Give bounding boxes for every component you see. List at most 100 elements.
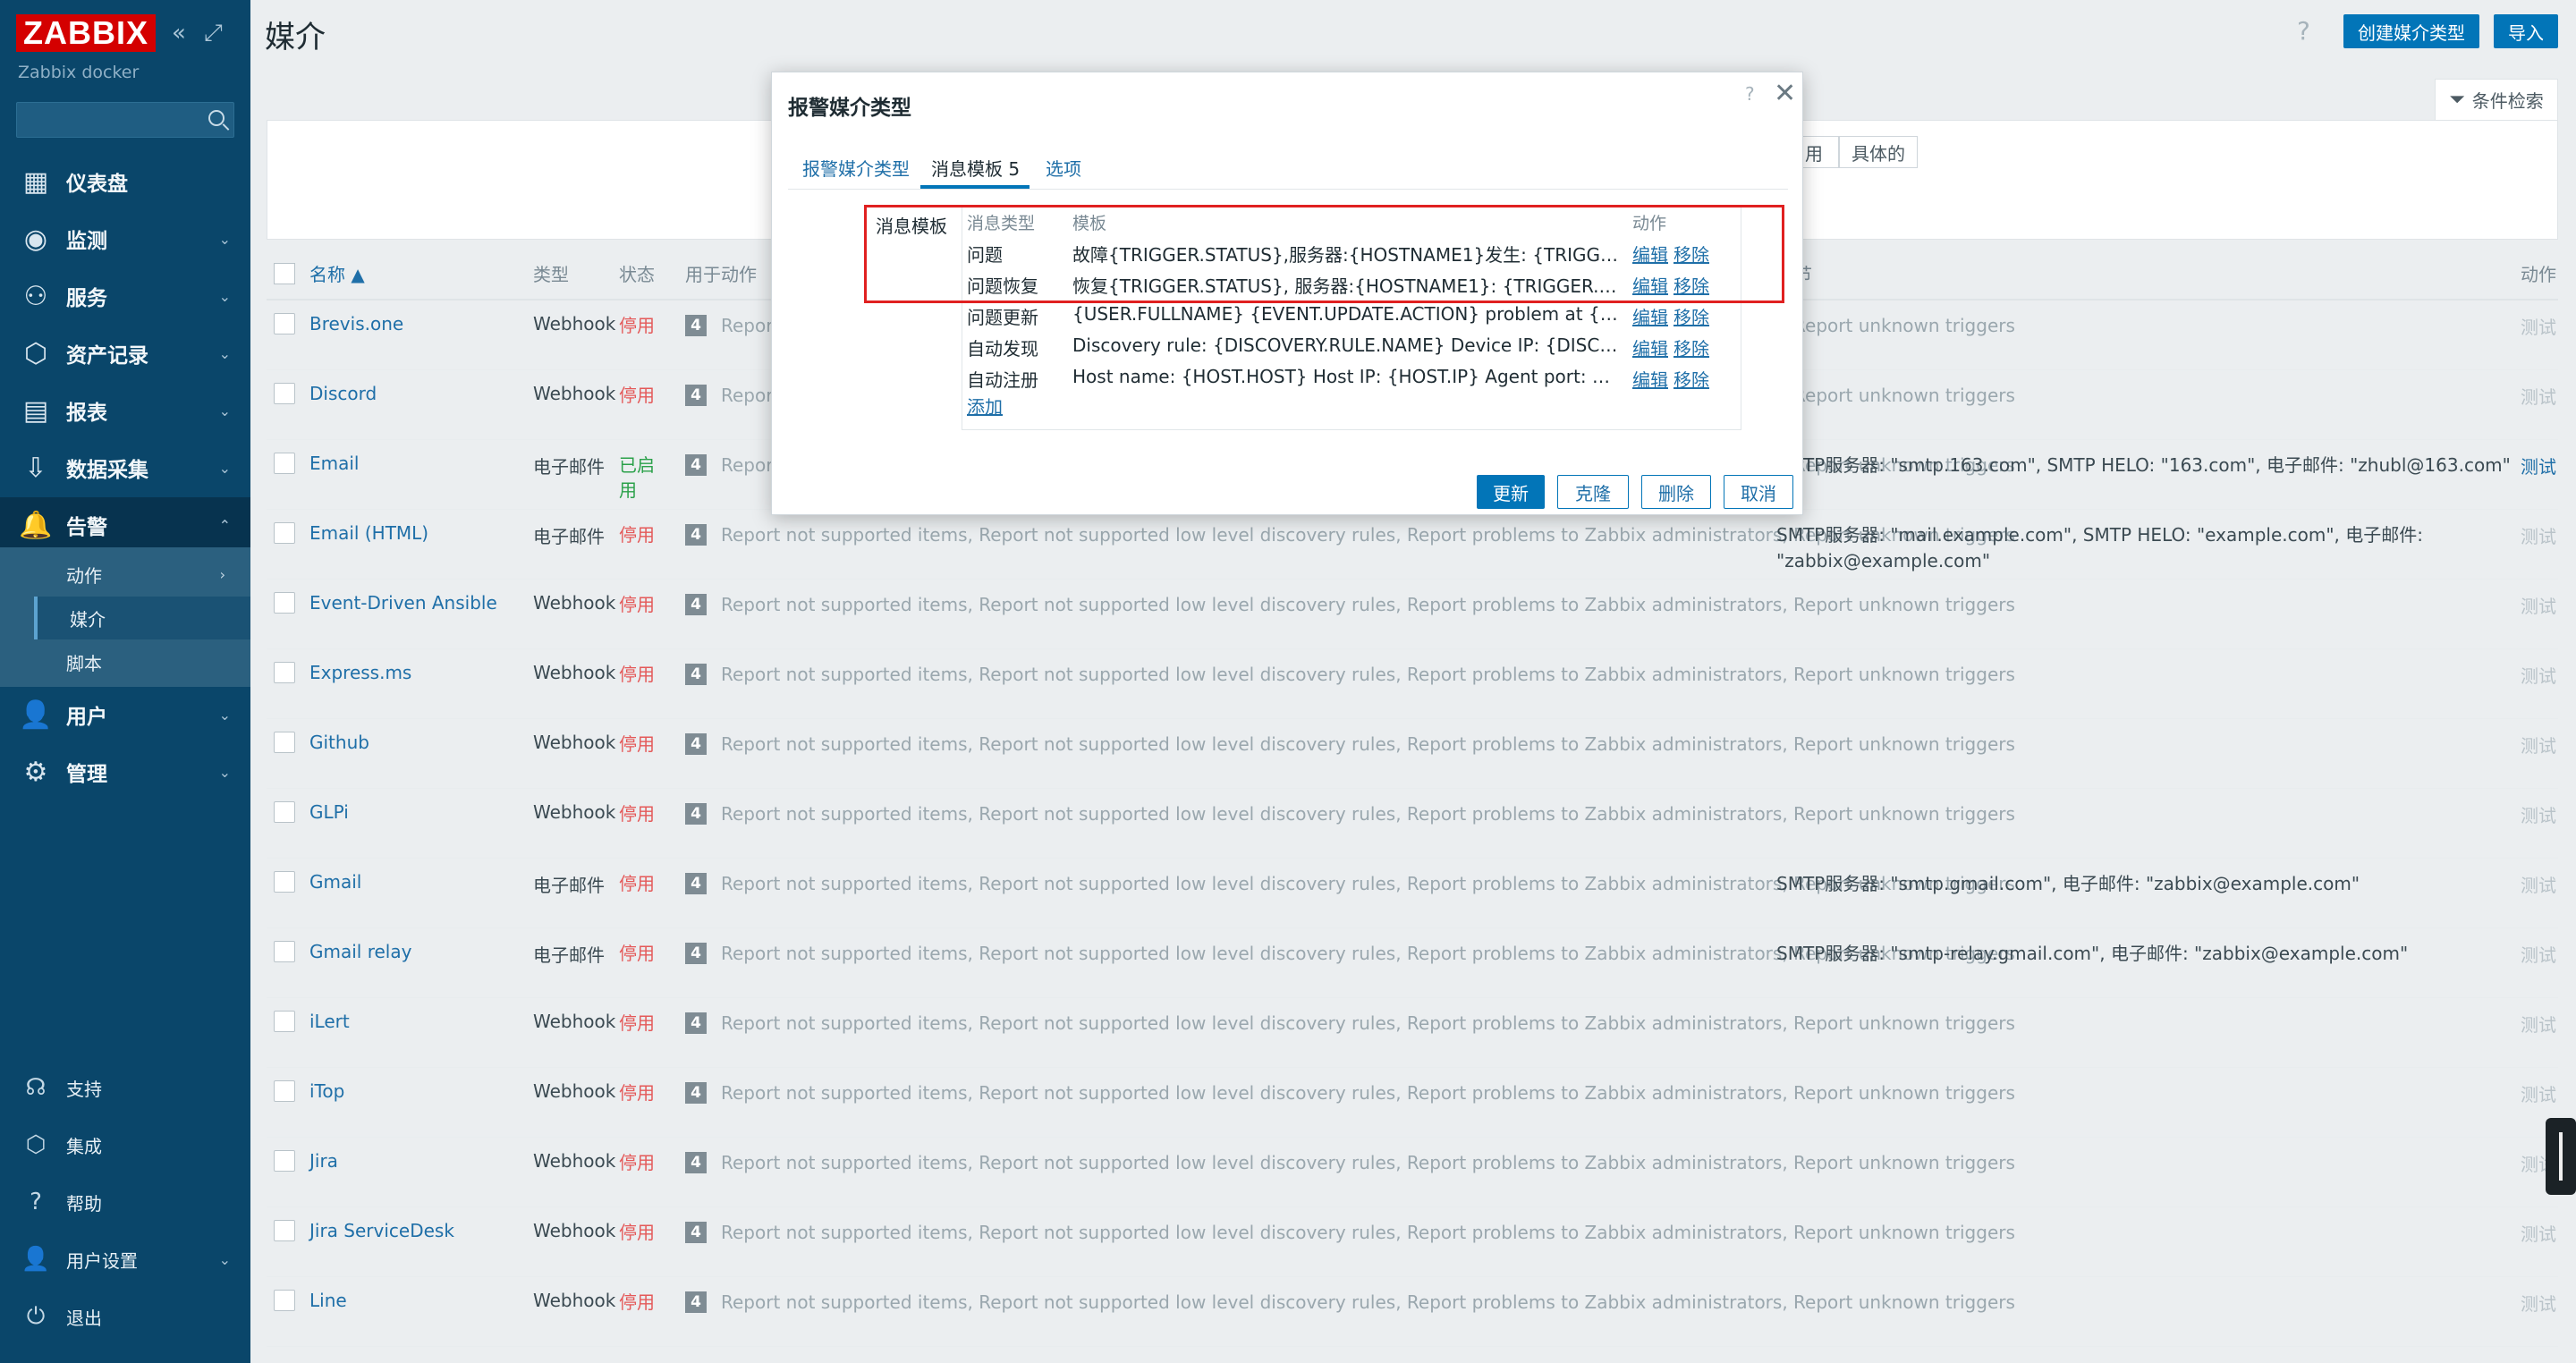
row-checkbox[interactable] bbox=[274, 522, 295, 544]
close-icon[interactable]: ✕ bbox=[1774, 78, 1796, 109]
used-in-actions[interactable]: Report not supported items, Report not s… bbox=[721, 1011, 2023, 1037]
row-checkbox[interactable] bbox=[274, 383, 295, 404]
zabbix-logo[interactable]: ZABBIX bbox=[16, 14, 156, 52]
column-status[interactable]: 状态 bbox=[619, 254, 655, 295]
status-toggle[interactable]: 停用 bbox=[619, 1150, 662, 1175]
test-link[interactable]: 测试 bbox=[2521, 1290, 2556, 1316]
create-media-type-button[interactable]: 创建媒介类型 bbox=[2343, 14, 2479, 48]
row-checkbox[interactable] bbox=[274, 1080, 295, 1102]
footer-item-1[interactable]: ⬡ 集成 bbox=[0, 1120, 250, 1170]
row-checkbox[interactable] bbox=[274, 871, 295, 893]
sidebar-item-1[interactable]: ◉ 监测 ⌄ bbox=[0, 211, 250, 267]
test-link[interactable]: 测试 bbox=[2521, 522, 2556, 548]
status-toggle[interactable]: 停用 bbox=[619, 871, 662, 896]
status-toggle[interactable]: 停用 bbox=[619, 383, 662, 408]
row-checkbox[interactable] bbox=[274, 453, 295, 474]
row-checkbox[interactable] bbox=[274, 313, 295, 334]
tab-media-type[interactable]: 报警媒介类型 bbox=[802, 155, 910, 181]
status-toggle[interactable]: 停用 bbox=[619, 592, 662, 617]
test-link[interactable]: 测试 bbox=[2521, 1011, 2556, 1037]
media-type-name-link[interactable]: Email (HTML) bbox=[309, 522, 428, 544]
sidebar-item-2[interactable]: ⚇ 服务 ⌄ bbox=[0, 268, 250, 324]
row-checkbox[interactable] bbox=[274, 732, 295, 753]
remove-template-link[interactable]: 移除 bbox=[1674, 366, 1709, 392]
sidebar-item-4[interactable]: ▤ 报表 ⌄ bbox=[0, 383, 250, 438]
used-in-actions[interactable]: Report not supported items, Report not s… bbox=[721, 1150, 2023, 1176]
test-link[interactable]: 测试 bbox=[2521, 453, 2556, 478]
row-checkbox[interactable] bbox=[274, 801, 295, 823]
media-type-name-link[interactable]: Brevis.one bbox=[309, 313, 403, 334]
used-in-actions[interactable]: Report not supported items, Report not s… bbox=[721, 732, 2023, 758]
status-toggle[interactable]: 停用 bbox=[619, 662, 662, 687]
media-type-name-link[interactable]: iTop bbox=[309, 1080, 344, 1102]
status-toggle[interactable]: 已启用 bbox=[619, 453, 662, 503]
media-type-name-link[interactable]: Event-Driven Ansible bbox=[309, 592, 497, 614]
update-button[interactable]: 更新 bbox=[1477, 475, 1545, 509]
used-in-actions[interactable]: Report not supported items, Report not s… bbox=[721, 801, 2023, 827]
test-link[interactable]: 测试 bbox=[2521, 383, 2556, 409]
media-type-name-link[interactable]: Discord bbox=[309, 383, 377, 404]
submenu-item-1[interactable]: 媒介 bbox=[34, 597, 250, 639]
status-toggle[interactable]: 停用 bbox=[619, 1290, 662, 1315]
row-checkbox[interactable] bbox=[274, 592, 295, 614]
status-toggle[interactable]: 停用 bbox=[619, 522, 662, 547]
used-in-actions[interactable]: Report not supported items, Report not s… bbox=[721, 1080, 2023, 1106]
footer-item-2[interactable]: ? 帮助 bbox=[0, 1177, 250, 1227]
cancel-button[interactable]: 取消 bbox=[1724, 475, 1793, 509]
row-checkbox[interactable] bbox=[274, 1150, 295, 1172]
sidebar-search-input[interactable] bbox=[16, 102, 234, 138]
specific-filter-segment[interactable]: 具体的 bbox=[1839, 136, 1918, 168]
sidebar-item-6[interactable]: 🔔 告警 ⌃ bbox=[0, 497, 250, 553]
remove-template-link[interactable]: 移除 bbox=[1674, 241, 1709, 267]
tab-options[interactable]: 选项 bbox=[1046, 155, 1081, 181]
submenu-item-0[interactable]: 动作 › bbox=[34, 553, 250, 596]
sidebar-item-3[interactable]: ⬡ 资产记录 ⌄ bbox=[0, 326, 250, 381]
edit-template-link[interactable]: 编辑 bbox=[1632, 272, 1668, 298]
media-type-name-link[interactable]: iLert bbox=[309, 1011, 350, 1032]
column-name[interactable]: 名称 ▲ bbox=[309, 254, 365, 295]
test-link[interactable]: 测试 bbox=[2521, 592, 2556, 618]
edit-template-link[interactable]: 编辑 bbox=[1632, 303, 1668, 329]
status-toggle[interactable]: 停用 bbox=[619, 732, 662, 757]
column-type[interactable]: 类型 bbox=[533, 254, 569, 295]
footer-item-3[interactable]: 👤 用户设置 ⌄ bbox=[0, 1234, 250, 1284]
media-type-name-link[interactable]: Github bbox=[309, 732, 369, 753]
used-in-actions[interactable]: Report not supported items, Report not s… bbox=[721, 662, 2023, 688]
remove-template-link[interactable]: 移除 bbox=[1674, 272, 1709, 298]
sidebar-item-0[interactable]: ▦ 仪表盘 bbox=[0, 154, 250, 209]
test-link[interactable]: 测试 bbox=[2521, 941, 2556, 967]
row-checkbox[interactable] bbox=[274, 1011, 295, 1032]
used-in-actions[interactable]: Report not supported items, Report not s… bbox=[721, 592, 2023, 618]
used-in-actions[interactable]: Report not supported items, Report not s… bbox=[721, 1220, 2023, 1246]
media-type-name-link[interactable]: Express.ms bbox=[309, 662, 411, 683]
status-toggle[interactable]: 停用 bbox=[619, 801, 662, 826]
test-link[interactable]: 测试 bbox=[2521, 1220, 2556, 1246]
edit-template-link[interactable]: 编辑 bbox=[1632, 334, 1668, 360]
media-type-name-link[interactable]: Jira bbox=[309, 1150, 338, 1172]
remove-template-link[interactable]: 移除 bbox=[1674, 303, 1709, 329]
sidebar-item-5[interactable]: ⇩ 数据采集 ⌄ bbox=[0, 440, 250, 495]
clone-button[interactable]: 克隆 bbox=[1557, 475, 1629, 509]
row-checkbox[interactable] bbox=[274, 1290, 295, 1311]
status-toggle[interactable]: 停用 bbox=[619, 941, 662, 966]
media-type-name-link[interactable]: Jira ServiceDesk bbox=[309, 1220, 454, 1241]
select-all-checkbox[interactable] bbox=[274, 263, 295, 284]
media-type-name-link[interactable]: Email bbox=[309, 453, 360, 474]
status-toggle[interactable]: 停用 bbox=[619, 1080, 662, 1105]
delete-button[interactable]: 删除 bbox=[1641, 475, 1711, 509]
collapse-sidebar-icon[interactable]: « bbox=[172, 20, 186, 47]
scroll-handle[interactable] bbox=[2546, 1118, 2576, 1195]
test-link[interactable]: 测试 bbox=[2521, 871, 2556, 897]
edit-template-link[interactable]: 编辑 bbox=[1632, 241, 1668, 267]
test-link[interactable]: 测试 bbox=[2521, 662, 2556, 688]
edit-template-link[interactable]: 编辑 bbox=[1632, 366, 1668, 392]
media-type-name-link[interactable]: Line bbox=[309, 1290, 347, 1311]
dialog-help-icon[interactable]: ? bbox=[1745, 83, 1755, 105]
submenu-item-2[interactable]: 脚本 bbox=[34, 640, 250, 683]
row-checkbox[interactable] bbox=[274, 1220, 295, 1241]
footer-item-0[interactable]: ☊ 支持 bbox=[0, 1062, 250, 1113]
sidebar-item-7[interactable]: 👤 用户 ⌄ bbox=[0, 687, 250, 742]
import-button[interactable]: 导入 bbox=[2494, 14, 2558, 48]
test-link[interactable]: 测试 bbox=[2521, 732, 2556, 758]
add-template-link[interactable]: 添加 bbox=[967, 393, 1003, 419]
